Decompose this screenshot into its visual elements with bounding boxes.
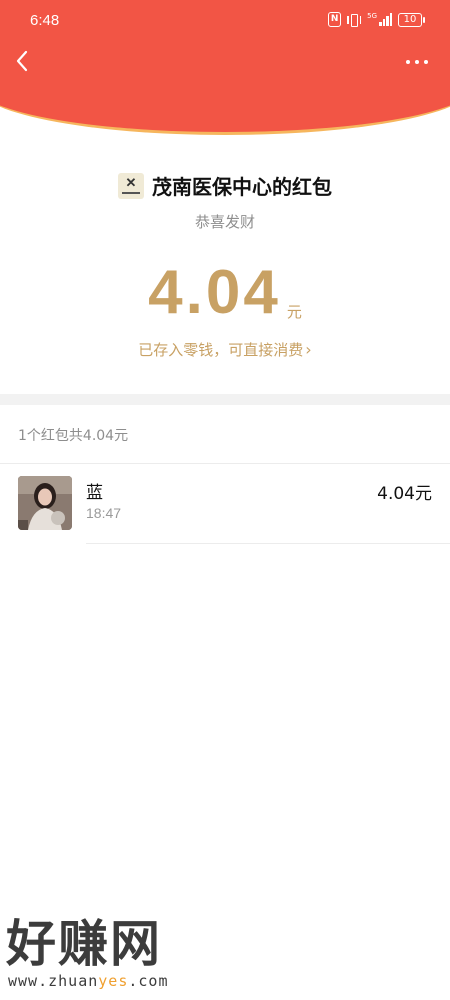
receiver-amount: 4.04元 xyxy=(377,484,432,504)
sender-logo-icon: ✕ xyxy=(118,172,144,199)
signal-tag: 5G xyxy=(367,12,377,20)
watermark-url: www.zhuanyes.com xyxy=(8,972,169,990)
status-icons: N 5G 10 xyxy=(328,12,425,27)
signal-icon: 5G xyxy=(367,13,392,26)
amount-row: 4.04 元 xyxy=(0,258,450,328)
deposit-text: 已存入零钱，可直接消费 xyxy=(138,341,304,359)
back-button[interactable] xyxy=(8,46,38,76)
receiver-time: 18:47 xyxy=(86,505,122,521)
ellipsis-icon xyxy=(406,60,410,64)
summary-text: 1个红包共4.04元 xyxy=(18,428,129,444)
vibrate-icon xyxy=(347,13,362,27)
status-time: 6:48 xyxy=(30,12,60,29)
chevron-right-icon: › xyxy=(305,340,312,359)
watermark-title: 好赚网 xyxy=(6,915,162,973)
sender-name: 茂南医保中心的红包 xyxy=(152,175,332,199)
receiver-row[interactable]: 蓝 18:47 4.04元 xyxy=(0,464,450,544)
receiver-name: 蓝 xyxy=(86,483,103,503)
nfc-icon: N xyxy=(328,12,342,27)
deposit-to-change-link[interactable]: 已存入零钱，可直接消费 › xyxy=(0,339,450,360)
row-divider xyxy=(86,543,450,544)
more-button[interactable] xyxy=(400,52,434,72)
amount-unit: 元 xyxy=(286,303,302,321)
status-bar: 6:48 N 5G 10 xyxy=(0,0,450,42)
chevron-left-icon xyxy=(16,50,28,72)
greeting-text: 恭喜发财 xyxy=(194,213,255,231)
red-packet-detail-page: 6:48 N 5G 10 ✕ 茂南医保中心的红包 恭喜发财 4.04 元 已存入… xyxy=(0,0,450,1000)
packet-summary: 1个红包共4.04元 xyxy=(0,405,450,464)
battery-icon: 10 xyxy=(398,12,425,27)
sender-block: ✕ 茂南医保中心的红包 xyxy=(0,171,450,200)
watermark: 好赚网 www.zhuanyes.com xyxy=(6,916,206,996)
avatar xyxy=(18,476,72,530)
packet-amount: 4.04 xyxy=(148,258,281,327)
section-divider xyxy=(0,394,450,405)
